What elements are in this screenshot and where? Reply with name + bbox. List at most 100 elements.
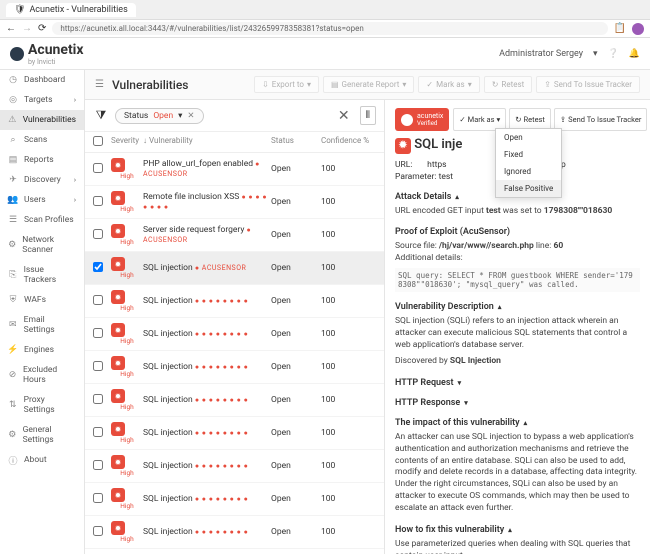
table-row[interactable]: ✹HighPHP allow_url_fopen enabled ● ACUSE… xyxy=(85,153,384,186)
forward-icon[interactable]: → xyxy=(22,23,32,34)
filter-icon[interactable]: ⧩ xyxy=(93,108,109,124)
sidebar-item-general-settings[interactable]: ⚙General Settings xyxy=(0,420,84,450)
table-row[interactable]: ✹HighRemote file inclusion XSS ● ● ● ● ●… xyxy=(85,186,384,219)
mark-as-dropdown: OpenFixedIgnoredFalse Positive xyxy=(495,128,562,198)
nav-icon: ⌕ xyxy=(8,135,18,145)
row-checkbox[interactable] xyxy=(93,196,103,206)
row-checkbox[interactable] xyxy=(93,295,103,305)
sidebar-item-excluded-hours[interactable]: ⊘Excluded Hours xyxy=(0,360,84,390)
sidebar-item-engines[interactable]: ⚡Engines xyxy=(0,340,84,360)
help-icon[interactable]: ❔ xyxy=(608,49,619,59)
row-checkbox[interactable] xyxy=(93,460,103,470)
row-checkbox[interactable] xyxy=(93,328,103,338)
url-field[interactable]: https://acunetix.all.local:3443/#/vulner… xyxy=(52,22,607,35)
table-row[interactable]: ✹HighServer side request forgery ● ACUSE… xyxy=(85,219,384,252)
chevron-down-icon[interactable]: ▾ xyxy=(593,49,598,59)
dropdown-item[interactable]: False Positive xyxy=(496,180,561,197)
sidebar-item-proxy-settings[interactable]: ⇅Proxy Settings xyxy=(0,390,84,420)
sidebar-item-wafs[interactable]: ⛨WAFs xyxy=(0,290,84,310)
row-checkbox[interactable] xyxy=(93,394,103,404)
http-request-header[interactable]: HTTP Request▾ xyxy=(395,378,640,388)
nav-icon: ✉ xyxy=(8,320,18,330)
table-row[interactable]: ✹HighSQL injection ● ● ● ● ● ● ● ●Open10… xyxy=(85,483,384,516)
page-title: Vulnerabilities xyxy=(112,78,189,92)
user-name[interactable]: Administrator Sergey xyxy=(499,49,583,59)
close-icon[interactable]: ✕ xyxy=(334,108,354,124)
remove-filter-icon[interactable]: ✕ xyxy=(187,111,194,121)
caret-down-icon: ▾ xyxy=(458,379,462,387)
sidebar-item-scan-profiles[interactable]: ☰Scan Profiles xyxy=(0,210,84,230)
bell-icon[interactable]: 🔔 xyxy=(629,49,640,59)
vuln-table: ✹HighPHP allow_url_fopen enabled ● ACUSE… xyxy=(85,153,384,554)
sidebar-item-vulnerabilities[interactable]: ⚠Vulnerabilities xyxy=(0,110,84,130)
browser-tabs: 🛡Acunetix - Vulnerabilities xyxy=(0,0,650,20)
dropdown-item[interactable]: Open xyxy=(496,129,561,146)
select-all-checkbox[interactable] xyxy=(93,136,103,146)
sidebar: ◷Dashboard◎Targets›⚠Vulnerabilities⌕Scan… xyxy=(0,70,85,554)
sidebar-item-scans[interactable]: ⌕Scans xyxy=(0,130,84,150)
shield-icon: 🛡 xyxy=(14,5,25,15)
extensions-icon[interactable]: 📋 xyxy=(614,23,626,34)
row-checkbox[interactable] xyxy=(93,493,103,503)
table-row[interactable]: ✹HighSQL injection ● ● ● ● ● ● ● ●Open10… xyxy=(85,318,384,351)
nav-icon: ⓘ xyxy=(8,455,18,465)
app-header: Acunetixby Invicti Administrator Sergey … xyxy=(0,38,650,70)
http-response-header[interactable]: HTTP Response▾ xyxy=(395,398,640,408)
browser-tab[interactable]: 🛡Acunetix - Vulnerabilities xyxy=(6,3,136,17)
attack-details-body: URL encoded GET input test was set to 17… xyxy=(395,206,640,218)
reload-icon[interactable]: ⟳ xyxy=(38,23,46,34)
severity-badge: ✹ xyxy=(111,224,125,238)
table-row[interactable]: ✹HighSQL injection ● ● ● ● ● ● ● ●Open10… xyxy=(85,549,384,554)
table-row[interactable]: ✹HighSQL injection ● ● ● ● ● ● ● ●Open10… xyxy=(85,516,384,549)
verified-badge: acunetixVerified xyxy=(395,108,449,131)
back-icon[interactable]: ← xyxy=(6,23,16,34)
sidebar-item-network-scanner[interactable]: ⚙Network Scanner xyxy=(0,230,84,260)
sidebar-item-dashboard[interactable]: ◷Dashboard xyxy=(0,70,84,90)
severity-badge: ✹ xyxy=(111,323,125,337)
sort-icon[interactable]: ↓ xyxy=(143,136,147,145)
nav-icon: ☰ xyxy=(8,215,18,225)
sidebar-item-targets[interactable]: ◎Targets› xyxy=(0,90,84,110)
sidebar-item-users[interactable]: 👥Users› xyxy=(0,190,84,210)
severity-badge: ✹ xyxy=(111,422,125,436)
menu-icon[interactable]: ☰ xyxy=(95,79,104,90)
profile-icon[interactable] xyxy=(632,23,644,35)
row-checkbox[interactable] xyxy=(93,361,103,371)
chevron-right-icon: › xyxy=(74,96,76,104)
detail-tracker-button[interactable]: ⇪ Send To Issue Tracker xyxy=(554,108,648,131)
row-checkbox[interactable] xyxy=(93,262,103,272)
retest-button[interactable]: ↻ Retest xyxy=(484,76,532,93)
table-row[interactable]: ✹HighSQL injection ● ACUSENSOROpen100 xyxy=(85,252,384,285)
table-row[interactable]: ✹HighSQL injection ● ● ● ● ● ● ● ●Open10… xyxy=(85,285,384,318)
columns-icon[interactable]: ⦀ xyxy=(360,106,376,125)
export-button[interactable]: ⇩ Export to ▾ xyxy=(254,76,319,93)
table-row[interactable]: ✹HighSQL injection ● ● ● ● ● ● ● ●Open10… xyxy=(85,417,384,450)
chevron-right-icon: › xyxy=(74,176,76,184)
severity-badge: ✹ xyxy=(111,191,125,205)
generate-report-button[interactable]: ▤ Generate Report ▾ xyxy=(323,76,414,93)
table-row[interactable]: ✹HighSQL injection ● ● ● ● ● ● ● ●Open10… xyxy=(85,450,384,483)
mark-as-button[interactable]: ✓ Mark as ▾ xyxy=(418,76,479,93)
impact-header[interactable]: The impact of this vulnerability▴ xyxy=(395,418,640,428)
dropdown-item[interactable]: Ignored xyxy=(496,163,561,180)
sidebar-item-reports[interactable]: ▤Reports xyxy=(0,150,84,170)
table-row[interactable]: ✹HighSQL injection ● ● ● ● ● ● ● ●Open10… xyxy=(85,351,384,384)
row-checkbox[interactable] xyxy=(93,427,103,437)
vuln-desc-header[interactable]: Vulnerability Description▴ xyxy=(395,302,640,312)
row-checkbox[interactable] xyxy=(93,229,103,239)
chevron-down-icon[interactable]: ▾ xyxy=(178,111,182,121)
severity-icon: ✹ xyxy=(395,138,411,154)
sidebar-item-discovery[interactable]: ✈Discovery› xyxy=(0,170,84,190)
sidebar-item-issue-trackers[interactable]: ⎘Issue Trackers xyxy=(0,260,84,290)
sidebar-item-about[interactable]: ⓘAbout xyxy=(0,450,84,470)
dropdown-item[interactable]: Fixed xyxy=(496,146,561,163)
send-tracker-button[interactable]: ⇪ Send To Issue Tracker xyxy=(536,76,640,93)
severity-badge: ✹ xyxy=(111,290,125,304)
row-checkbox[interactable] xyxy=(93,526,103,536)
row-checkbox[interactable] xyxy=(93,163,103,173)
sidebar-item-email-settings[interactable]: ✉Email Settings xyxy=(0,310,84,340)
fix-header[interactable]: How to fix this vulnerability▴ xyxy=(395,525,640,535)
severity-badge: ✹ xyxy=(111,389,125,403)
status-filter-chip[interactable]: Status Open ▾ ✕ xyxy=(115,108,204,124)
table-row[interactable]: ✹HighSQL injection ● ● ● ● ● ● ● ●Open10… xyxy=(85,384,384,417)
